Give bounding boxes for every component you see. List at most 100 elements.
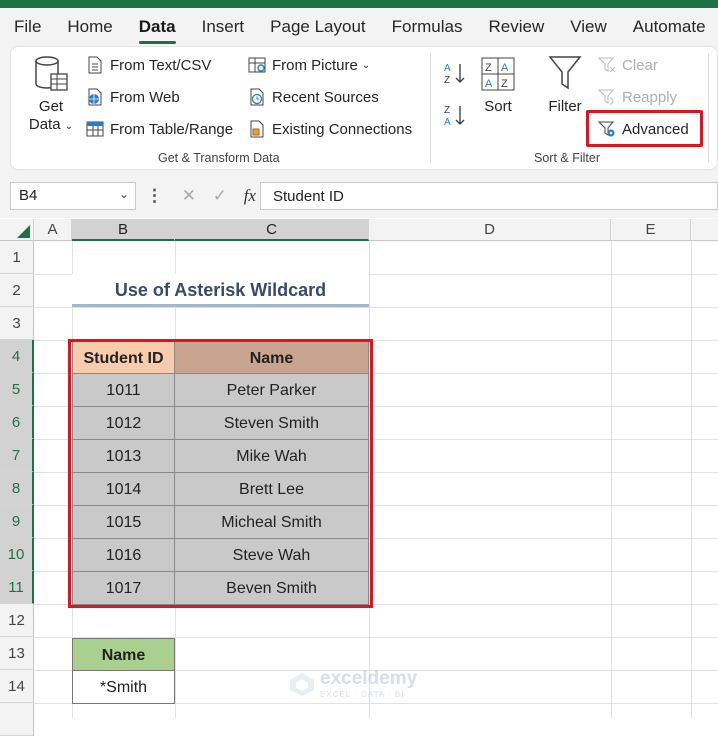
row-header[interactable]: 12 xyxy=(0,604,34,637)
row-header[interactable]: 7 xyxy=(0,439,34,472)
watermark-tagline: EXCEL · DATA · BI xyxy=(320,690,405,699)
chevron-down-icon: ⌄ xyxy=(361,59,371,71)
tab-review[interactable]: Review xyxy=(488,17,544,37)
clear-label: Clear xyxy=(622,56,658,74)
ribbon-tabs: File Home Data Insert Page Layout Formul… xyxy=(0,8,718,46)
svg-text:A: A xyxy=(501,62,509,74)
row-header[interactable]: 11 xyxy=(0,571,34,604)
formula-value: Student ID xyxy=(273,188,344,205)
row-header[interactable]: 6 xyxy=(0,406,34,439)
reapply-icon xyxy=(598,89,615,105)
get-data-button[interactable]: Get Data ⌄ xyxy=(28,54,74,136)
existing-connections-button[interactable]: Existing Connections xyxy=(248,120,412,138)
tab-view[interactable]: View xyxy=(570,17,607,37)
watermark: exceldemy EXCEL · DATA · BI xyxy=(288,668,417,699)
svg-text:Z: Z xyxy=(485,62,492,74)
group-label-get-transform: Get & Transform Data xyxy=(158,151,280,165)
from-picture-button[interactable]: From Picture ⌄ xyxy=(248,56,370,74)
cancel-icon[interactable]: ✕ xyxy=(182,186,196,205)
existing-connections-label: Existing Connections xyxy=(272,120,413,138)
chevron-down-icon[interactable]: ⌄ xyxy=(119,187,129,201)
clear-filter-button[interactable]: Clear xyxy=(598,56,658,74)
column-header-e[interactable]: E xyxy=(611,219,691,241)
grid-line xyxy=(691,241,692,718)
column-header-f[interactable] xyxy=(691,219,718,241)
picture-icon xyxy=(248,57,266,73)
tab-formulas[interactable]: Formulas xyxy=(392,17,463,37)
from-picture-label: From Picture xyxy=(272,56,358,74)
column-header-b[interactable]: B xyxy=(72,219,175,241)
row-header[interactable]: 1 xyxy=(0,241,34,274)
window-top-accent xyxy=(0,0,718,8)
more-icon[interactable]: ⋮ xyxy=(146,186,163,205)
database-icon xyxy=(35,56,68,91)
tab-home[interactable]: Home xyxy=(67,17,112,37)
svg-text:A: A xyxy=(485,78,493,90)
tab-data[interactable]: Data xyxy=(138,17,176,44)
watermark-text: exceldemy EXCEL · DATA · BI xyxy=(320,668,417,699)
row-header[interactable]: 9 xyxy=(0,505,34,538)
group-label-sort-filter: Sort & Filter xyxy=(534,151,600,165)
tab-insert[interactable]: Insert xyxy=(202,17,245,37)
tab-page-layout[interactable]: Page Layout xyxy=(270,17,365,37)
table-icon xyxy=(86,121,104,137)
tab-automate[interactable]: Automate xyxy=(633,17,706,37)
recent-sources-button[interactable]: Recent Sources xyxy=(248,88,379,106)
sort-icon: Z AA Z xyxy=(481,57,515,91)
from-table-range-button[interactable]: From Table/Range xyxy=(86,120,233,138)
row-header[interactable]: 2 xyxy=(0,274,34,307)
filter-label: Filter xyxy=(548,98,582,115)
from-web-label: From Web xyxy=(110,88,180,106)
row-header[interactable]: 3 xyxy=(0,307,34,340)
row-header[interactable]: 14 xyxy=(0,670,34,703)
from-text-csv-label: From Text/CSV xyxy=(110,56,212,74)
column-header-d[interactable]: D xyxy=(369,219,611,241)
clear-filter-icon xyxy=(598,57,616,73)
tab-file[interactable]: File xyxy=(14,17,41,37)
row-header[interactable]: 4 xyxy=(0,340,34,373)
chevron-down-icon: ⌄ xyxy=(64,121,74,132)
sort-button[interactable]: ZAAZ Sort xyxy=(478,56,518,115)
select-all-corner[interactable] xyxy=(0,219,34,241)
name-box[interactable]: B4 ⌄ xyxy=(10,182,136,210)
column-header-c[interactable]: C xyxy=(175,219,369,241)
watermark-name: exceldemy xyxy=(320,668,418,689)
corner-triangle-icon xyxy=(17,225,30,238)
criteria-value[interactable]: *Smith xyxy=(72,671,175,704)
row-header[interactable]: 5 xyxy=(0,373,34,406)
sort-label: Sort xyxy=(484,98,512,115)
selected-range-highlight xyxy=(68,339,373,608)
from-text-csv-button[interactable]: From Text/CSV xyxy=(86,56,211,74)
get-data-label: Get xyxy=(38,98,64,115)
svg-text:A: A xyxy=(444,117,451,128)
svg-text:A: A xyxy=(444,63,451,74)
svg-text:Z: Z xyxy=(444,75,450,86)
sort-az-icon: AZ xyxy=(444,63,465,86)
row-header[interactable] xyxy=(0,703,34,736)
grid-line xyxy=(34,307,718,308)
enter-icon[interactable]: ✓ xyxy=(213,186,227,205)
reapply-button[interactable]: Reapply xyxy=(598,88,677,106)
sheet-title[interactable]: Use of Asterisk Wildcard xyxy=(72,274,369,307)
row-header[interactable]: 8 xyxy=(0,472,34,505)
clock-file-icon xyxy=(250,88,264,106)
row-header[interactable]: 13 xyxy=(0,637,34,670)
row-header[interactable]: 10 xyxy=(0,538,34,571)
exceldemy-logo-icon xyxy=(290,672,314,696)
svg-text:Z: Z xyxy=(444,105,450,116)
criteria-header[interactable]: Name xyxy=(72,638,175,671)
insert-function-icon[interactable]: fx xyxy=(244,186,256,205)
sort-ascending-button[interactable]: AZ xyxy=(442,60,468,86)
advanced-highlight-box xyxy=(586,110,703,147)
name-box-value: B4 xyxy=(19,187,38,204)
get-data-label-text: Data xyxy=(28,116,61,133)
text-file-icon xyxy=(88,56,102,74)
ribbon-separator xyxy=(430,54,431,162)
column-header-a[interactable]: A xyxy=(34,219,72,241)
formula-input[interactable]: Student ID xyxy=(260,182,718,210)
from-web-button[interactable]: From Web xyxy=(86,88,180,106)
sort-descending-button[interactable]: ZA xyxy=(442,102,468,128)
filter-button[interactable]: Filter xyxy=(544,54,586,115)
svg-text:Z: Z xyxy=(501,78,508,90)
from-table-range-label: From Table/Range xyxy=(110,120,234,138)
